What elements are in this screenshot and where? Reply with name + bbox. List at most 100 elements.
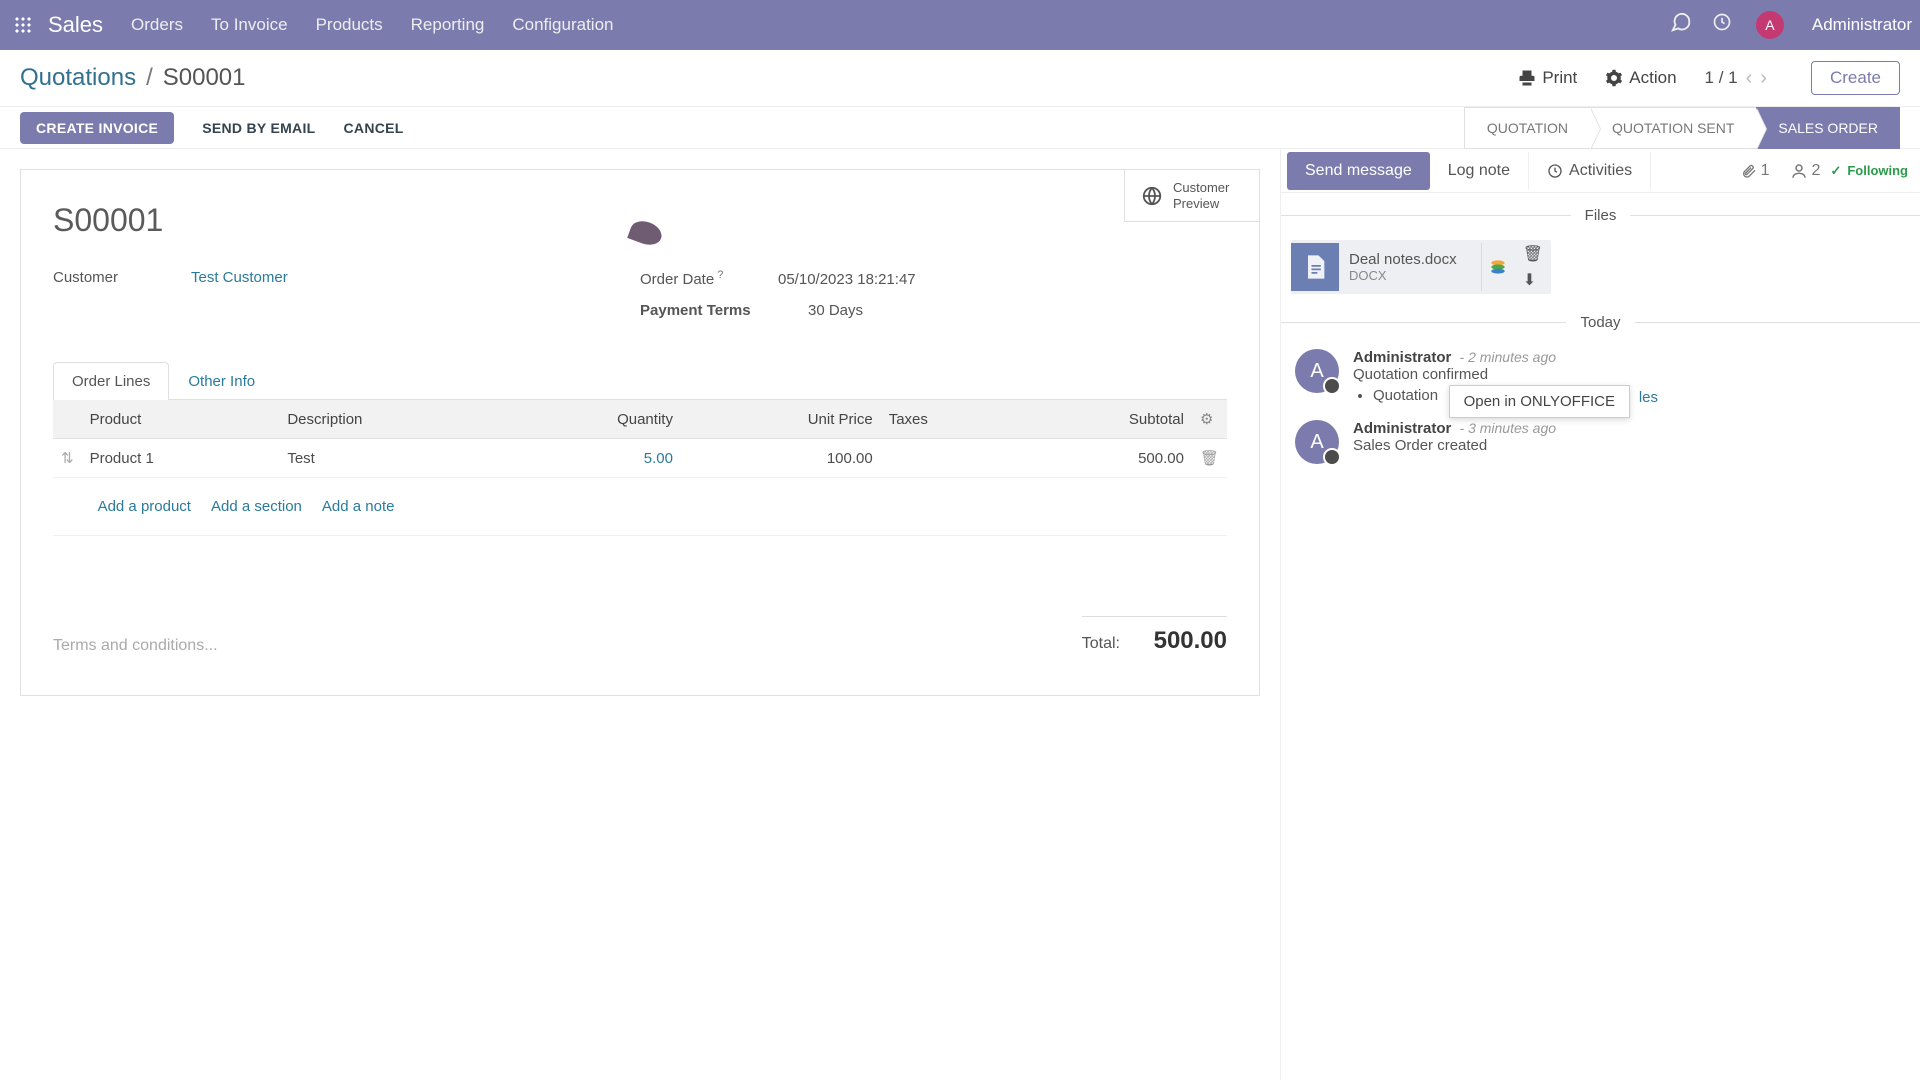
- help-icon[interactable]: ?: [714, 269, 723, 281]
- customer-preview-label: Customer Preview: [1173, 180, 1243, 211]
- pager-prev-icon[interactable]: ‹: [1746, 67, 1753, 90]
- message-text: Sales Order created: [1353, 437, 1906, 454]
- order-date-value: 05/10/2023 18:21:47: [778, 271, 916, 288]
- col-quantity: Quantity: [504, 400, 681, 439]
- col-product: Product: [82, 400, 280, 439]
- order-date-label: Order Date ?: [640, 269, 760, 288]
- message-author[interactable]: Administrator: [1353, 420, 1451, 437]
- add-product-link[interactable]: Add a product: [98, 498, 191, 515]
- cancel-button[interactable]: CANCEL: [344, 120, 404, 136]
- stage-quotation[interactable]: QUOTATION: [1464, 107, 1590, 149]
- col-description: Description: [279, 400, 503, 439]
- menu-orders[interactable]: Orders: [131, 15, 183, 35]
- menu-products[interactable]: Products: [316, 15, 383, 35]
- attachment-card[interactable]: Deal notes.docx DOCX 🗑 ⬇: [1291, 240, 1551, 294]
- user-avatar[interactable]: A: [1756, 11, 1784, 39]
- open-onlyoffice-button[interactable]: [1481, 243, 1515, 291]
- attachment-type: DOCX: [1349, 268, 1471, 283]
- check-icon: ✓: [1830, 163, 1841, 179]
- message-text: Quotation confirmed: [1353, 366, 1906, 383]
- columns-settings-icon[interactable]: ⚙: [1200, 411, 1213, 428]
- totals: Total: 500.00: [1082, 616, 1227, 655]
- onlyoffice-tooltip: Open in ONLYOFFICE: [1449, 385, 1630, 418]
- customer-label: Customer: [53, 269, 173, 286]
- print-button[interactable]: Print: [1518, 68, 1577, 88]
- customer-value[interactable]: Test Customer: [191, 269, 288, 286]
- drag-handle-icon[interactable]: ⇅: [53, 439, 82, 478]
- top-nav: Sales Orders To Invoice Products Reporti…: [0, 0, 1920, 50]
- breadcrumb-current: S00001: [163, 64, 246, 92]
- chatter: Send message Log note Activities 1 2 ✓ F…: [1280, 149, 1920, 1080]
- tab-order-lines[interactable]: Order Lines: [53, 362, 169, 400]
- pager-next-icon[interactable]: ›: [1760, 67, 1767, 90]
- table-row[interactable]: ⇅ Product 1 Test 5.00 100.00 500.00 🗑: [53, 439, 1227, 478]
- message-author[interactable]: Administrator: [1353, 349, 1451, 366]
- delete-attachment-icon[interactable]: 🗑: [1523, 244, 1543, 264]
- change-from: Quotation: [1373, 387, 1438, 404]
- messages-icon[interactable]: [1670, 11, 1692, 39]
- create-button[interactable]: Create: [1811, 61, 1900, 95]
- attachments-badge[interactable]: 1: [1741, 162, 1770, 180]
- breadcrumb-sep: /: [146, 64, 153, 92]
- form-tabs: Order Lines Other Info: [53, 361, 1227, 400]
- total-label: Total:: [1082, 635, 1120, 652]
- menu-configuration[interactable]: Configuration: [512, 15, 613, 35]
- files-separator: Files: [1281, 207, 1920, 224]
- activities-button[interactable]: Activities: [1528, 152, 1651, 190]
- col-subtotal: Subtotal: [1017, 400, 1192, 439]
- add-files-link[interactable]: les: [1639, 389, 1658, 406]
- user-name[interactable]: Administrator: [1812, 15, 1912, 35]
- pager-value[interactable]: 1 / 1: [1705, 68, 1738, 88]
- form-sheet: Customer Preview S00001 Customer Test Cu…: [20, 169, 1260, 696]
- breadcrumb-root[interactable]: Quotations: [20, 64, 136, 92]
- pager: 1 / 1 ‹ ›: [1705, 67, 1767, 90]
- form-area: Customer Preview S00001 Customer Test Cu…: [0, 149, 1280, 1080]
- delete-line-icon[interactable]: 🗑: [1192, 439, 1227, 478]
- menu-reporting[interactable]: Reporting: [411, 15, 485, 35]
- app-brand[interactable]: Sales: [48, 12, 103, 38]
- add-note-link[interactable]: Add a note: [322, 498, 395, 515]
- cell-taxes[interactable]: [881, 439, 1017, 478]
- payment-terms-label: Payment Terms: [640, 302, 790, 319]
- message-avatar[interactable]: A: [1295, 349, 1339, 393]
- download-attachment-icon[interactable]: ⬇: [1523, 270, 1543, 290]
- print-label: Print: [1542, 68, 1577, 88]
- document-icon: [1291, 243, 1339, 291]
- message-time: - 3 minutes ago: [1460, 420, 1557, 436]
- apps-menu-icon[interactable]: [8, 10, 38, 40]
- chatter-header: Send message Log note Activities 1 2 ✓ F…: [1281, 149, 1920, 193]
- payment-terms-value[interactable]: 30 Days: [808, 302, 863, 319]
- status-bar: CREATE INVOICE SEND BY EMAIL CANCEL QUOT…: [0, 107, 1920, 149]
- send-message-button[interactable]: Send message: [1287, 152, 1430, 190]
- message-time: - 2 minutes ago: [1460, 349, 1557, 365]
- cell-quantity[interactable]: 5.00: [504, 439, 681, 478]
- cell-description[interactable]: Test: [279, 439, 503, 478]
- col-taxes: Taxes: [881, 400, 1017, 439]
- followers-badge[interactable]: 2: [1790, 162, 1821, 180]
- clock-icon[interactable]: [1712, 12, 1732, 38]
- total-value: 500.00: [1154, 627, 1227, 654]
- stage-sales-order[interactable]: SALES ORDER: [1756, 107, 1900, 149]
- cell-unit-price[interactable]: 100.00: [681, 439, 881, 478]
- customer-preview-button[interactable]: Customer Preview: [1124, 170, 1259, 222]
- add-section-link[interactable]: Add a section: [211, 498, 302, 515]
- stage-quotation-sent[interactable]: QUOTATION SENT: [1590, 107, 1756, 149]
- globe-icon: [1141, 185, 1163, 207]
- followers-icon: [1790, 162, 1808, 180]
- stage-bar: QUOTATION QUOTATION SENT SALES ORDER: [1464, 107, 1900, 149]
- tab-other-info[interactable]: Other Info: [169, 362, 274, 400]
- today-separator: Today: [1281, 314, 1920, 331]
- message-avatar[interactable]: A: [1295, 420, 1339, 464]
- terms-input[interactable]: Terms and conditions...: [53, 637, 1042, 655]
- send-by-email-button[interactable]: SEND BY EMAIL: [202, 120, 315, 136]
- action-button[interactable]: Action: [1605, 68, 1676, 88]
- clock-icon: [1547, 163, 1563, 179]
- log-note-button[interactable]: Log note: [1430, 152, 1528, 190]
- following-button[interactable]: ✓ Following: [1830, 163, 1908, 179]
- order-lines-table: Product Description Quantity Unit Price …: [53, 400, 1227, 536]
- paperclip-icon: [1741, 163, 1757, 179]
- col-unit-price: Unit Price: [681, 400, 881, 439]
- menu-to-invoice[interactable]: To Invoice: [211, 15, 288, 35]
- create-invoice-button[interactable]: CREATE INVOICE: [20, 112, 174, 144]
- cell-product[interactable]: Product 1: [82, 439, 280, 478]
